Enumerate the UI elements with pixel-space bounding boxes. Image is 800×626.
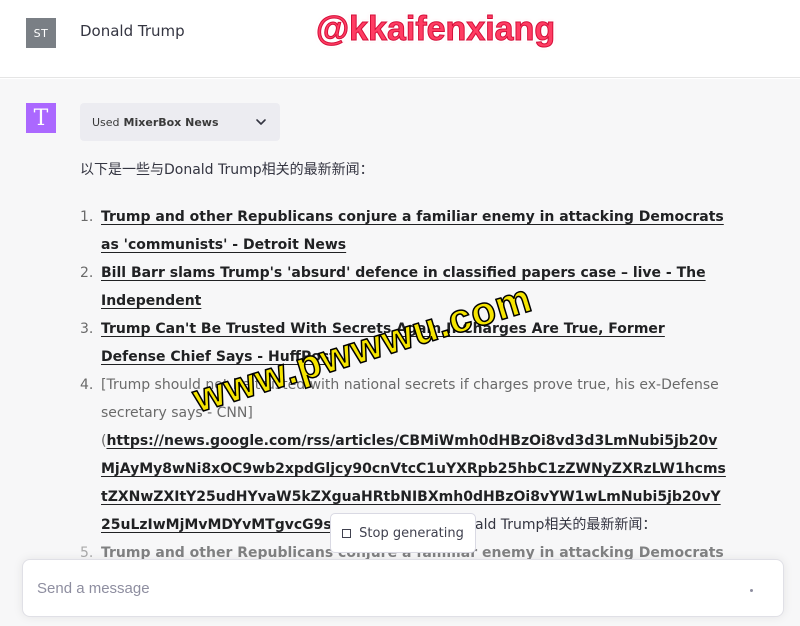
stop-icon <box>342 528 352 538</box>
stop-generating-label: Stop generating <box>359 525 464 541</box>
news-link[interactable]: Trump and other Republicans conjure a fa… <box>101 209 724 253</box>
plugin-used-prefix: Used <box>92 115 120 129</box>
user-message: Donald Trump <box>80 22 185 40</box>
list-number: 1. <box>80 209 94 225</box>
list-item: 2. Bill Barr slams Trump's 'absurd' defe… <box>80 259 730 315</box>
list-number: 4. <box>80 377 94 393</box>
answer-intro: 以下是一些与Donald Trump相关的最新新闻： <box>80 162 374 178</box>
chevron-down-icon <box>256 119 266 125</box>
composer <box>22 559 784 617</box>
assistant-message-row: T Used MixerBox News 以下是一些与Donald Trump相… <box>0 79 800 626</box>
stop-generating-button[interactable]: Stop generating <box>330 513 476 553</box>
watermark-handle: @kkaifenxiang <box>315 10 556 49</box>
plugin-name: MixerBox News <box>123 115 219 129</box>
assistant-avatar: T <box>26 103 56 133</box>
list-number: 2. <box>80 265 94 281</box>
user-message-row: ST Donald Trump @kkaifenxiang <box>0 0 800 78</box>
send-icon[interactable] <box>750 589 753 592</box>
message-input[interactable] <box>37 576 737 600</box>
news-link[interactable]: Bill Barr slams Trump's 'absurd' defence… <box>101 265 706 309</box>
list-number: 3. <box>80 321 94 337</box>
plugin-used-toggle[interactable]: Used MixerBox News <box>80 103 280 141</box>
list-item: 1. Trump and other Republicans conjure a… <box>80 203 730 259</box>
user-avatar: ST <box>26 18 56 48</box>
